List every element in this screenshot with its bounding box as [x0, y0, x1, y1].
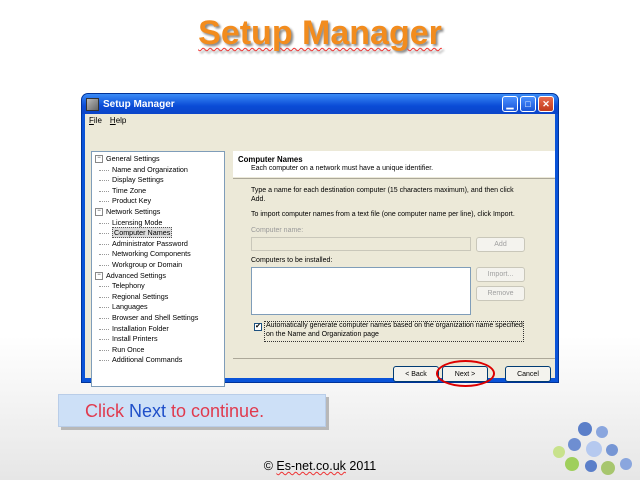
computers-to-install-label: Computers to be installed:	[251, 257, 333, 264]
dot-blue-1	[578, 422, 592, 436]
dot-blue-4	[586, 441, 602, 457]
back-button[interactable]: < Back	[393, 366, 439, 382]
tree-item-label: Networking Components	[112, 249, 191, 259]
caption-next: Next	[129, 401, 167, 421]
header-divider	[233, 178, 555, 179]
tree-item-label: Browser and Shell Settings	[112, 312, 199, 322]
instructions-line-2: Add.	[251, 196, 266, 203]
slide-title: Setup Manager	[198, 14, 442, 52]
tree-item-label: Install Printers	[112, 334, 158, 344]
tree-item-label: Installation Folder	[112, 323, 169, 333]
panel-heading: Computer Names	[238, 155, 303, 164]
tree-item[interactable]: Run Once	[92, 345, 224, 356]
tree-item[interactable]: Install Printers	[92, 334, 224, 345]
tree-item-label: Regional Settings	[112, 291, 169, 301]
tree-group[interactable]: − General Settings	[92, 154, 224, 165]
dot-blue-7	[620, 458, 632, 470]
window-titlebar[interactable]: Setup Manager ▁ □ ✕	[82, 94, 558, 114]
tree-item[interactable]: Languages	[92, 302, 224, 313]
menu-bar: File Help	[85, 114, 555, 128]
tree-item-label: General Settings	[106, 154, 160, 163]
tree-item[interactable]: Workgroup or Domain	[92, 260, 224, 271]
tree-item[interactable]: Time Zone	[92, 186, 224, 197]
import-instructions: To import computer names from a text fil…	[251, 211, 515, 218]
computer-name-input[interactable]	[251, 237, 471, 251]
tree-item[interactable]: Administrator Password	[92, 239, 224, 250]
app-icon	[86, 97, 99, 111]
tree-item[interactable]: Display Settings	[92, 175, 224, 186]
tree-item[interactable]: Telephony	[92, 281, 224, 292]
window-client: File Help − General Settings Name and Orga…	[85, 114, 555, 387]
auto-generate-label-1: Automatically generate computer names ba…	[266, 322, 523, 329]
panel-header: Computer Names Each computer on a networ…	[233, 151, 555, 177]
caption-rest: to continue.	[166, 401, 265, 421]
cancel-button[interactable]: Cancel	[505, 366, 551, 382]
computer-name-label: Computer name:	[251, 227, 304, 234]
next-highlight-circle	[436, 360, 495, 387]
tree-item-label: Languages	[112, 302, 148, 312]
tree-item-label: Licensing Mode	[112, 217, 163, 227]
collapse-icon[interactable]: −	[95, 155, 103, 164]
tree-item-label: Display Settings	[112, 175, 164, 185]
menu-file[interactable]: File	[89, 116, 102, 128]
collapse-icon[interactable]: −	[95, 271, 103, 280]
copyright-prefix: ©	[263, 459, 277, 473]
tree-item[interactable]: Name and Organization	[92, 165, 224, 176]
caption-click: Click	[85, 401, 129, 421]
collapse-icon[interactable]: −	[95, 208, 103, 217]
panel-subheading: Each computer on a network must have a u…	[251, 165, 434, 172]
tree-item[interactable]: Product Key	[92, 196, 224, 207]
instructions-line-1: Type a name for each destination compute…	[251, 187, 514, 194]
tree-item-label: Run Once	[112, 344, 145, 354]
setup-manager-window: Setup Manager ▁ □ ✕ File Help − General S…	[82, 94, 558, 387]
tree-item-label: Network Settings	[106, 206, 161, 216]
auto-generate-label-2: on the Name and Organization page	[266, 331, 379, 338]
tree-item[interactable]: Browser and Shell Settings	[92, 313, 224, 324]
dot-green-2	[565, 457, 579, 471]
dot-blue-6	[585, 460, 597, 472]
tree-item-label: Product Key	[112, 196, 152, 206]
auto-generate-checkbox[interactable]: ✔	[254, 323, 262, 331]
tree-item-label: Time Zone	[112, 185, 147, 195]
settings-tree: − General Settings Name and Organization Di…	[91, 151, 225, 387]
tree-group[interactable]: − Network Settings	[92, 207, 224, 218]
tree-item-label: Additional Commands	[112, 355, 183, 365]
tree-item[interactable]: Installation Folder	[92, 324, 224, 335]
tree-group[interactable]: − Advanced Settings	[92, 271, 224, 282]
tree-item-label: Administrator Password	[112, 238, 188, 248]
dot-green-1	[553, 446, 565, 458]
computers-list[interactable]	[251, 267, 471, 315]
dot-blue-3	[568, 438, 581, 451]
dot-green-3	[601, 461, 615, 475]
footer-divider	[233, 358, 555, 359]
tree-item-label: Workgroup or Domain	[112, 259, 183, 269]
window-title: Setup Manager	[103, 98, 175, 110]
add-button[interactable]: Add	[476, 237, 525, 252]
tree-item-label: Computer Names	[112, 227, 173, 239]
tree-item-label: Name and Organization	[112, 164, 188, 174]
dot-blue-2	[596, 426, 608, 438]
dot-blue-5	[606, 444, 618, 456]
minimize-button[interactable]: ▁	[502, 96, 518, 112]
copyright-brand: Es-net.co.uk	[276, 459, 346, 473]
tree-item[interactable]: Computer Names	[92, 227, 224, 239]
tree-item[interactable]: Networking Components	[92, 249, 224, 260]
maximize-button[interactable]: □	[520, 96, 536, 112]
menu-help[interactable]: Help	[110, 116, 126, 128]
tree-item-label: Telephony	[112, 281, 145, 291]
copyright: © Es-net.co.uk 2011	[0, 459, 640, 473]
instruction-caption: Click Next to continue.	[58, 394, 326, 427]
import-button[interactable]: Import...	[476, 267, 525, 282]
close-button[interactable]: ✕	[538, 96, 554, 112]
copyright-year: 2011	[345, 459, 377, 473]
computer-names-panel: Computer Names Each computer on a networ…	[233, 151, 555, 387]
tree-item[interactable]: Additional Commands	[92, 355, 224, 366]
tree-item[interactable]: Regional Settings	[92, 292, 224, 303]
tree-item-label: Advanced Settings	[106, 270, 166, 280]
remove-button[interactable]: Remove	[476, 286, 525, 301]
